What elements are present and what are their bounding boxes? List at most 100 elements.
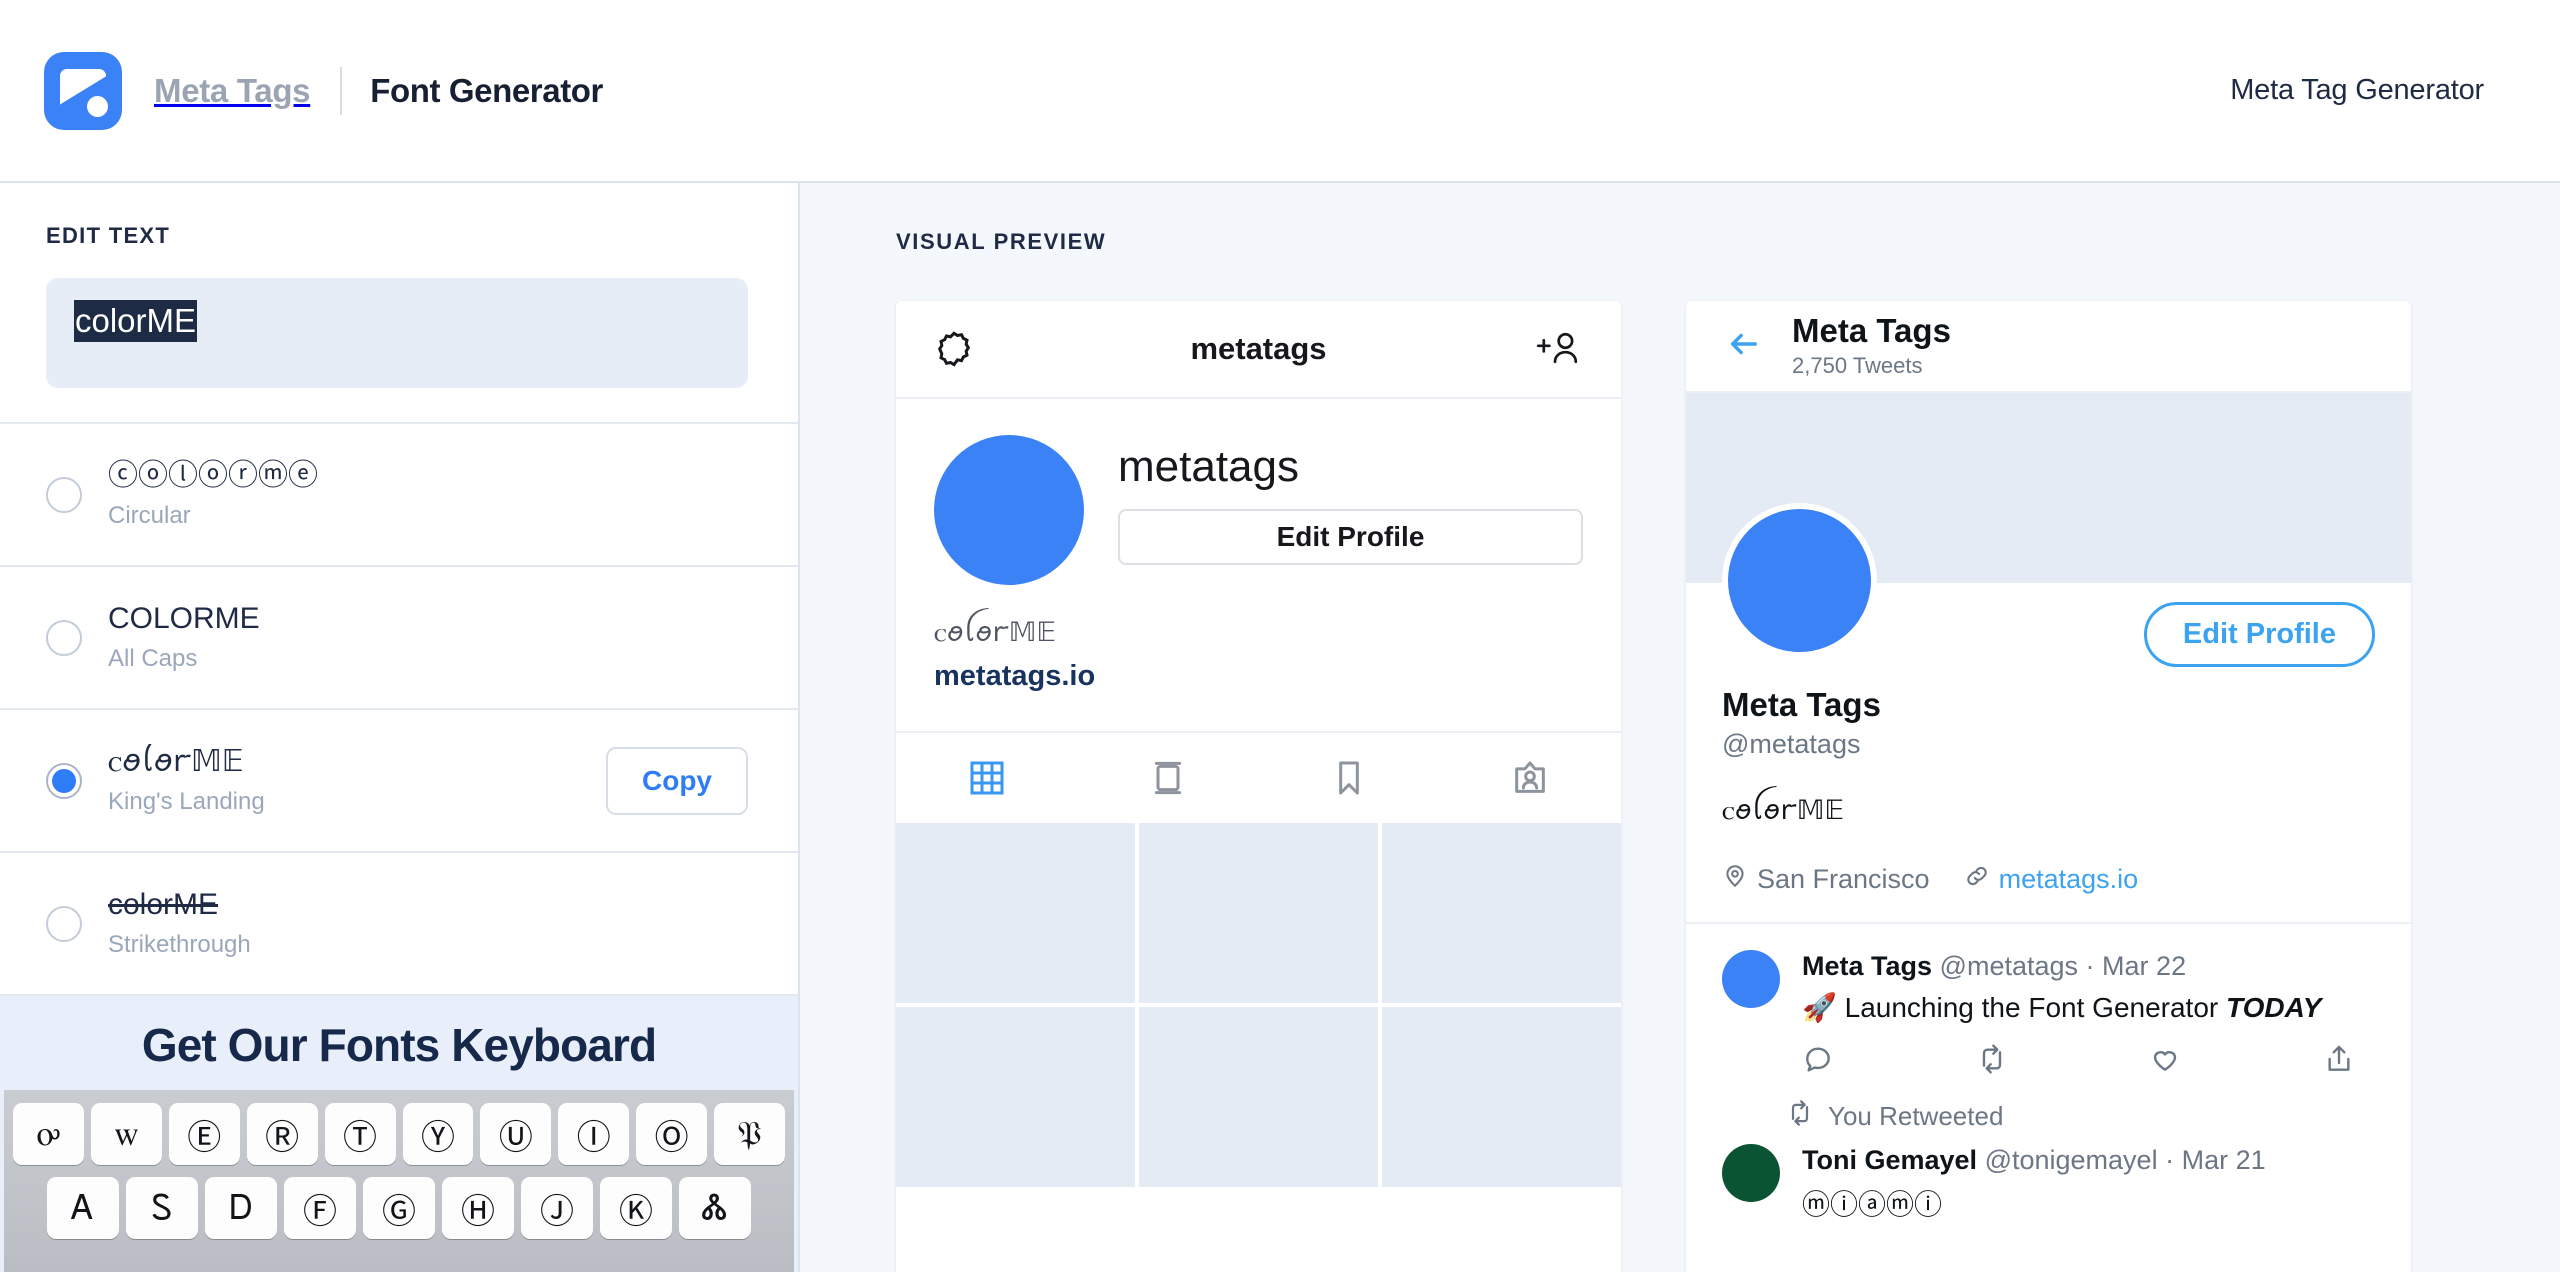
reply-icon[interactable] [1802,1043,1836,1077]
like-icon[interactable] [2149,1043,2183,1077]
instagram-profile-row: metatags Edit Profile [896,399,1621,585]
instagram-preview-card: metatags metatags Edit Profile ꮯꪮꪶꪮꭈ𝕄𝔼 m… [896,301,1621,1272]
font-option-text: colorME Strikethrough [108,887,748,959]
edit-panel: EDIT TEXT colorME ⓒⓞⓛⓞⓡⓜⓔ Circular COLOR… [0,183,800,1272]
tweet-text: ⓜⓘⓐⓜⓘ [1802,1188,1943,1222]
font-option-strikethrough[interactable]: colorME Strikethrough [0,853,798,996]
instagram-edit-profile-button[interactable]: Edit Profile [1118,509,1583,565]
logo-dot-shape [87,95,108,117]
copy-button[interactable]: Copy [606,746,748,815]
font-name-strikethrough: Strikethrough [108,930,251,958]
keyboard-key-8: Ⓞ [636,1103,708,1165]
promo-title: Get Our Fonts Keyboard [141,1019,657,1071]
keyboard-key-0: ꭴ [12,1103,84,1165]
tweet-avatar [1722,949,1780,1008]
radio-allcaps[interactable] [46,619,82,656]
font-sample-circular: ⓒⓞⓛⓞⓡⓜⓔ [108,458,318,494]
tweet-handle: @tonigemayel [1984,1144,2158,1175]
keyboard-row-middle: Ꭺ Ꮪ Ꭰ Ⓕ Ⓖ Ⓗ Ⓙ Ⓚ Ꮬ [13,1177,785,1239]
instagram-bio-block: ꮯꪮꪶꪮꭈ𝕄𝔼 metatags.io [896,585,1621,693]
tweet-item[interactable]: Meta Tags @metatags · Mar 22 🚀 Launching… [1686,924,2411,1077]
retweet-small-icon [1786,1099,1814,1134]
instagram-bio-text: ꮯꪮꪶꪮꭈ𝕄𝔼 [934,617,1057,648]
add-user-icon[interactable] [1535,329,1583,369]
preview-cards: metatags metatags Edit Profile ꮯꪮꪶꪮꭈ𝕄𝔼 m… [846,301,2560,1272]
grid-icon[interactable] [961,752,1013,804]
twitter-preview-card: Meta Tags 2,750 Tweets Edit Profile Meta… [1686,301,2411,1272]
twitter-edit-profile-button[interactable]: Edit Profile [2143,602,2375,667]
font-sample-kings-landing: ꮯꪮꪶꪮꭈ𝕄𝔼 [108,744,244,780]
tweet-item[interactable]: Toni Gemayel @tonigemayel · Mar 21 ⓜⓘⓐⓜⓘ [1686,1134,2411,1224]
tagged-icon[interactable] [1504,752,1556,804]
app-header: Meta Tags Font Generator Meta Tag Genera… [0,0,2560,183]
page-title: Font Generator [370,71,603,109]
metatags-logo-icon [44,51,122,130]
twitter-tweet-count: 2,750 Tweets [1792,352,1923,378]
back-arrow-icon[interactable] [1722,327,1766,366]
instagram-grid-cell[interactable] [1139,822,1378,1003]
visual-preview-label: VISUAL PREVIEW [896,229,1107,254]
brand-divider [340,66,343,115]
tweet-handle: @metatags [1939,950,2079,981]
keyboard-key-0: Ꭺ [47,1177,119,1239]
font-option-text: ꮯꪮꪶꪮꭈ𝕄𝔼 King's Landing [108,744,606,816]
edit-text-label: EDIT TEXT [46,223,171,248]
keyboard-key-1: Ꮪ [126,1177,198,1239]
radio-kings-landing[interactable] [46,762,82,799]
twitter-feed: Meta Tags @metatags · Mar 22 🚀 Launching… [1686,921,2411,1224]
twitter-meta-row: San Francisco metatags.io [1722,863,2375,896]
instagram-grid-cell[interactable] [1382,822,1621,1003]
app-root: Meta Tags Font Generator Meta Tag Genera… [0,0,2560,1272]
twitter-handle: @metatags [1722,728,1861,759]
instagram-grid-cell[interactable] [896,822,1135,1003]
font-sample-allcaps: COLORME [108,602,260,636]
keyboard-image: ꭴ ꮃ Ⓔ Ⓡ Ⓣ Ⓨ Ⓤ Ⓘ Ⓞ 𝔓 Ꭺ Ꮪ Ꭰ Ⓕ Ⓖ Ⓗ Ⓙ Ⓚ Ꮬ [4,1090,794,1272]
font-options-list: ⓒⓞⓛⓞⓡⓜⓔ Circular COLORME All Caps ꮯꪮꪶꪮꭈ𝕄… [0,424,798,996]
meta-tag-generator-link[interactable]: Meta Tag Generator [2230,74,2516,107]
tweet-date: Mar 22 [2102,950,2187,981]
tweet-dot: · [2165,1144,2175,1175]
twitter-bio-text: ꮯꪮꪶꪮꭈ𝕄𝔼 [1722,794,1845,826]
gear-icon[interactable] [934,329,974,369]
instagram-grid-cell[interactable] [1139,1006,1378,1187]
keyboard-key-2: Ⓔ [168,1103,240,1165]
share-icon[interactable] [2323,1043,2357,1077]
brand-logo-link[interactable]: Meta Tags [44,51,311,130]
font-option-allcaps[interactable]: COLORME All Caps [0,567,798,710]
keyboard-key-7: Ⓚ [600,1177,672,1239]
instagram-post-grid [896,822,1621,1272]
font-option-circular[interactable]: ⓒⓞⓛⓞⓡⓜⓔ Circular [0,424,798,567]
edit-input-wrapper: colorME [0,249,798,422]
radio-strikethrough[interactable] [46,905,82,942]
reels-icon[interactable] [1142,752,1194,804]
keyboard-key-1: ꮃ [90,1103,162,1165]
edit-text-input[interactable]: colorME [46,278,748,388]
keyboard-promo[interactable]: Get Our Fonts Keyboard ꭴ ꮃ Ⓔ Ⓡ Ⓣ Ⓨ Ⓤ Ⓘ Ⓞ 𝔓 Ꭺ Ꮪ Ꭰ Ⓕ Ⓖ Ⓗ… [0,996,798,1272]
keyboard-key-4: Ⓖ [363,1177,435,1239]
radio-circular[interactable] [46,476,82,513]
link-icon [1964,863,1990,896]
body-split: EDIT TEXT colorME ⓒⓞⓛⓞⓡⓜⓔ Circular COLOR… [0,183,2560,1272]
twitter-header-text: Meta Tags 2,750 Tweets [1792,312,1951,379]
font-option-text: ⓒⓞⓛⓞⓡⓜⓔ Circular [108,458,748,530]
font-option-kings-landing[interactable]: ꮯꪮꪶꪮꭈ𝕄𝔼 King's Landing Copy [0,710,798,853]
keyboard-key-2: Ꭰ [205,1177,277,1239]
location-pin-icon [1722,863,1748,896]
tweet-author: Toni Gemayel [1802,1144,1978,1175]
retweet-icon[interactable] [1976,1043,2010,1077]
instagram-website-link[interactable]: metatags.io [934,660,1583,693]
tweet-meta-line: Toni Gemayel @tonigemayel · Mar 21 [1802,1144,2375,1178]
instagram-grid-cell[interactable] [1382,1006,1621,1187]
tweet-text-emphasis: TODAY [2226,992,2322,1024]
tweet-text: 🚀 Launching the Font Generator [1802,992,2227,1024]
bookmark-icon[interactable] [1323,752,1375,804]
keyboard-key-5: Ⓗ [442,1177,514,1239]
tweet-dot: · [2085,950,2095,981]
font-option-text: COLORME All Caps [108,601,748,673]
twitter-website-link[interactable]: metatags.io [1999,864,2139,895]
twitter-location: San Francisco [1757,863,1930,894]
keyboard-key-3: Ⓕ [284,1177,356,1239]
instagram-grid-cell[interactable] [896,1006,1135,1187]
instagram-profile-info: metatags Edit Profile [1118,435,1583,565]
font-name-kings-landing: King's Landing [108,787,265,815]
